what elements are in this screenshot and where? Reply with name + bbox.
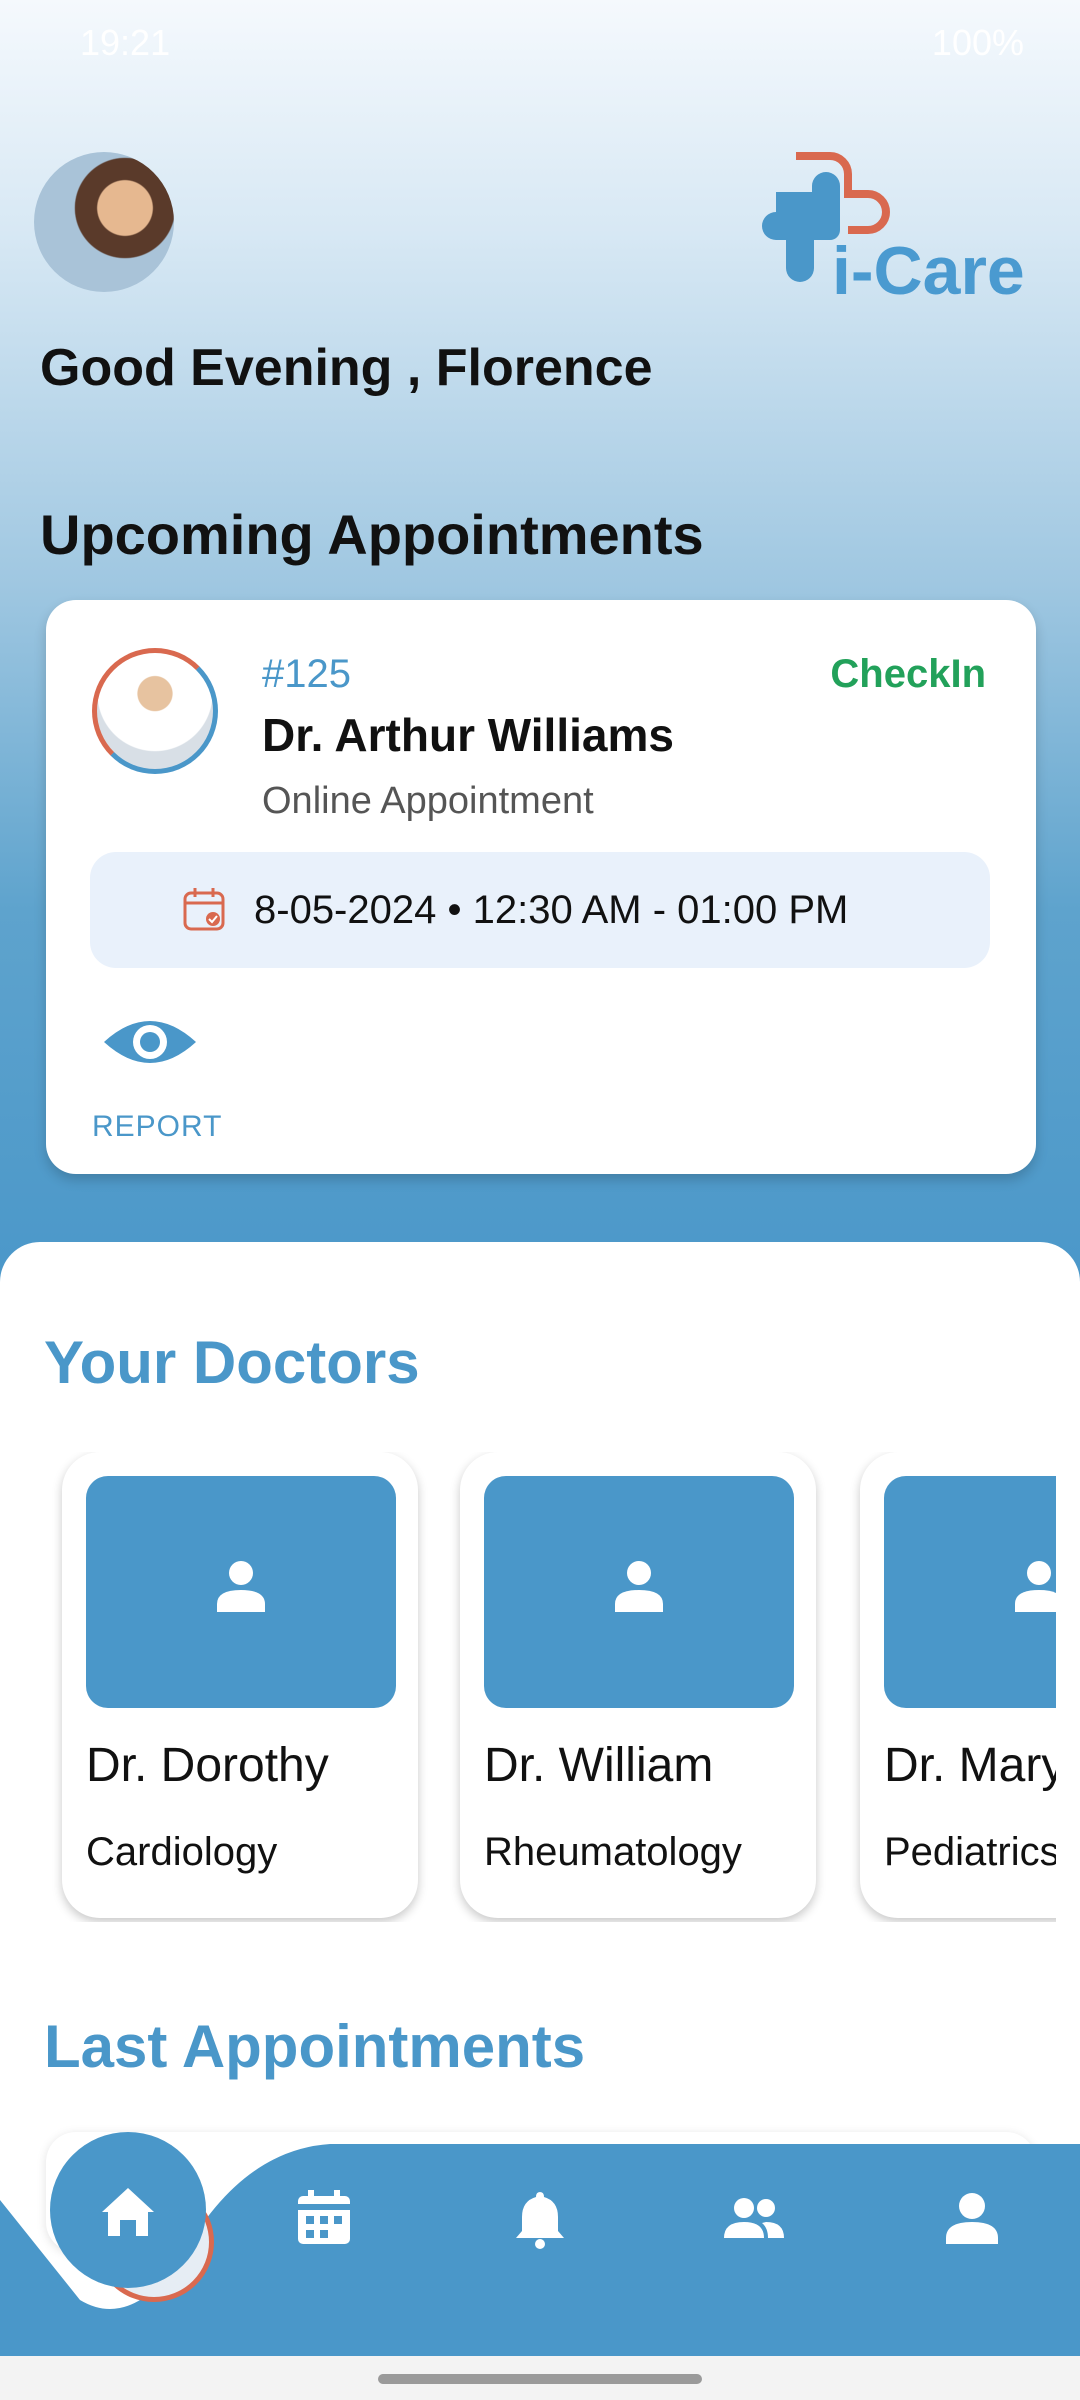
- calendar-icon[interactable]: [292, 2186, 356, 2250]
- checkin-button[interactable]: CheckIn: [830, 652, 986, 697]
- doctor-photo-placeholder: [884, 1476, 1056, 1708]
- calendar-check-icon: [183, 888, 225, 931]
- battery-level: 100%: [931, 22, 1024, 63]
- doctors-carousel[interactable]: Dr. Dorothy Cardiology Dr. William Rheum…: [0, 1452, 1056, 1922]
- profile-icon[interactable]: [940, 2186, 1004, 2250]
- appointment-datetime-text: 8-05-2024 • 12:30 AM - 01:00 PM: [254, 888, 849, 932]
- doctor-card[interactable]: Dr. Mary Pediatrics: [860, 1452, 1056, 1918]
- doctor-specialty: Cardiology: [86, 1830, 278, 1874]
- last-appointments-title: Last Appointments: [44, 2013, 586, 2080]
- upcoming-appointment-card[interactable]: #125 CheckIn Dr. Arthur Williams Online …: [46, 600, 1036, 1174]
- person-icon: [217, 1561, 265, 1612]
- appointment-datetime: 8-05-2024 • 12:30 AM - 01:00 PM: [90, 852, 990, 968]
- doctor-card[interactable]: Dr. Dorothy Cardiology: [62, 1452, 418, 1918]
- doctor-specialty: Pediatrics: [884, 1830, 1056, 1874]
- doctor-name: Dr. Dorothy: [86, 1739, 329, 1792]
- person-icon: [615, 1561, 663, 1612]
- home-icon: [102, 2188, 154, 2236]
- greeting: Good Evening , Florence: [40, 339, 653, 397]
- report-button[interactable]: REPORT: [92, 1010, 221, 1150]
- doctor-photo-placeholder: [86, 1476, 396, 1708]
- appointment-id: #125: [262, 652, 351, 696]
- appointment-type: Online Appointment: [262, 780, 594, 822]
- appointment-doctor: Dr. Arthur Williams: [262, 709, 674, 761]
- user-avatar[interactable]: [34, 152, 174, 292]
- bell-icon[interactable]: [508, 2186, 572, 2250]
- doctor-card[interactable]: Dr. William Rheumatology: [460, 1452, 816, 1918]
- doctor-name: Dr. Mary: [884, 1739, 1056, 1792]
- doctor-specialty: Rheumatology: [484, 1830, 742, 1874]
- group-icon[interactable]: [722, 2186, 786, 2250]
- upcoming-title: Upcoming Appointments: [40, 503, 704, 566]
- nav-home-button[interactable]: [50, 2132, 206, 2288]
- person-icon: [1015, 1561, 1056, 1612]
- your-doctors-title: Your Doctors: [44, 1329, 420, 1396]
- report-label: REPORT: [92, 1110, 223, 1143]
- logo-text: i-Care: [832, 233, 1025, 309]
- eye-icon: [104, 1021, 196, 1063]
- doctor-avatar: [92, 648, 218, 774]
- status-bar: 19:21 100%: [0, 0, 1080, 92]
- doctor-photo-placeholder: [484, 1476, 794, 1708]
- doctor-name: Dr. William: [484, 1739, 714, 1792]
- status-time: 19:21: [80, 22, 171, 63]
- gesture-handle[interactable]: [378, 2374, 702, 2384]
